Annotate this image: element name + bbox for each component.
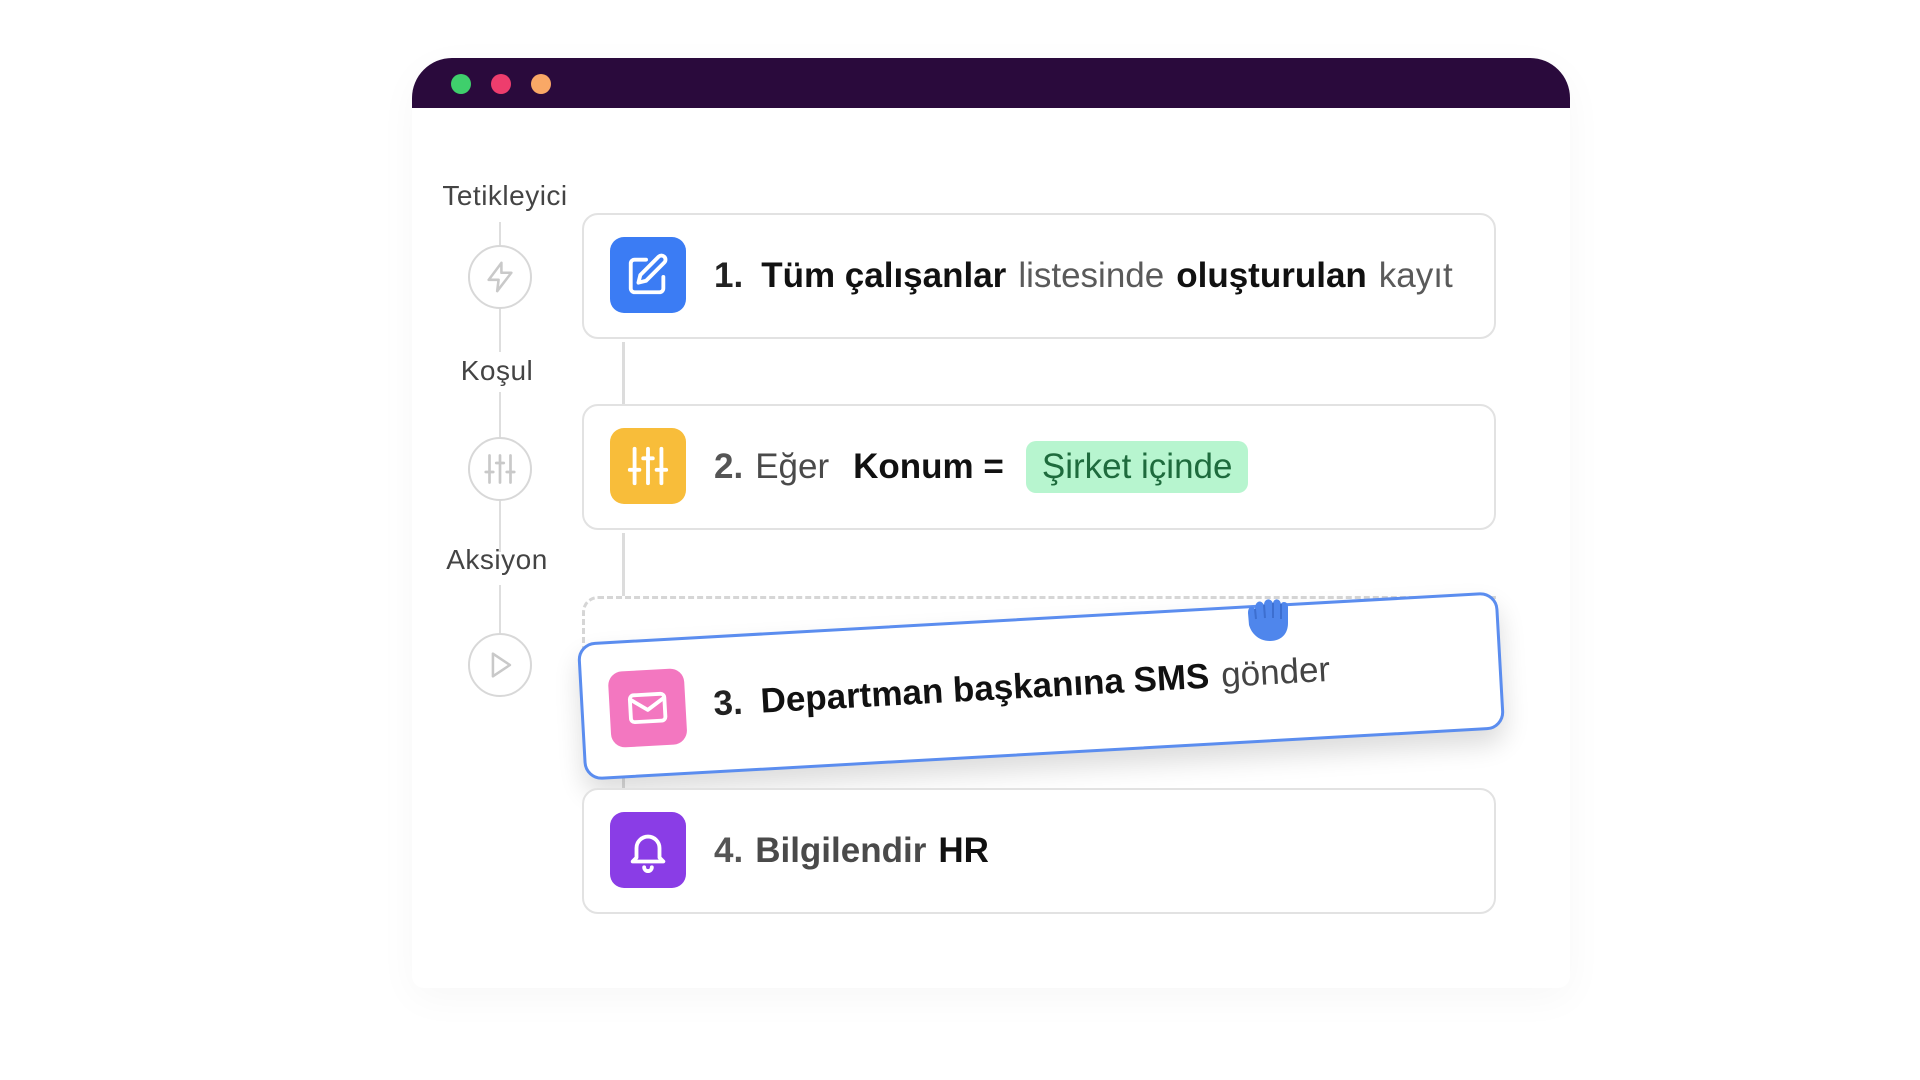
window-control-green[interactable] [451,74,471,94]
step-2-prefix: Eğer [755,447,830,486]
edit-icon [610,237,686,313]
step-2-field: Konum = [853,447,1004,486]
step-4-target: HR [938,831,989,870]
step-card-2[interactable]: 2. Eğer Konum = Şirket içinde [582,404,1496,530]
condition-value-chip[interactable]: Şirket içinde [1025,441,1249,493]
bell-icon [610,812,686,888]
step-3-verb: gönder [1220,649,1332,695]
step-number: 4. [714,831,744,870]
step-1-text: 1. Tüm çalışanlar listesinde oluşturulan… [714,215,1453,337]
step-1-text-part: listesinde [1018,256,1165,295]
play-icon [468,633,532,697]
step-1-text-part: kayıt [1378,256,1453,295]
grab-hand-icon [1240,593,1300,650]
stage-label-condition: Koşul [460,355,534,386]
mail-icon [607,667,688,749]
step-1-list-name: Tüm çalışanlar [761,256,1007,295]
step-3-action: Departman başkanına SMS [759,656,1211,721]
step-1-event: oluşturulan [1176,256,1367,295]
step-connector [622,533,625,596]
timeline-line-3 [499,585,501,635]
step-card-4[interactable]: 4. Bilgilendir HR [582,788,1496,914]
step-4-text: 4. Bilgilendir HR [714,790,989,912]
step-number: 3. [712,682,744,724]
stage-label-action: Aksiyon [446,544,548,575]
step-4-action: Bilgilendir [755,831,927,870]
step-connector [622,342,625,404]
step-number: 1. [714,256,744,295]
stage-label-trigger: Tetikleyici [442,180,568,211]
step-card-1[interactable]: 1. Tüm çalışanlar listesinde oluşturulan… [582,213,1496,339]
sliders-icon [610,428,686,504]
window-control-orange[interactable] [531,74,551,94]
sliders-icon [468,437,532,501]
window-titlebar [412,58,1570,108]
window-control-red[interactable] [491,74,511,94]
step-number: 2. [714,447,744,486]
lightning-icon [468,245,532,309]
step-2-text: 2. Eğer Konum = Şirket içinde [714,406,1249,528]
